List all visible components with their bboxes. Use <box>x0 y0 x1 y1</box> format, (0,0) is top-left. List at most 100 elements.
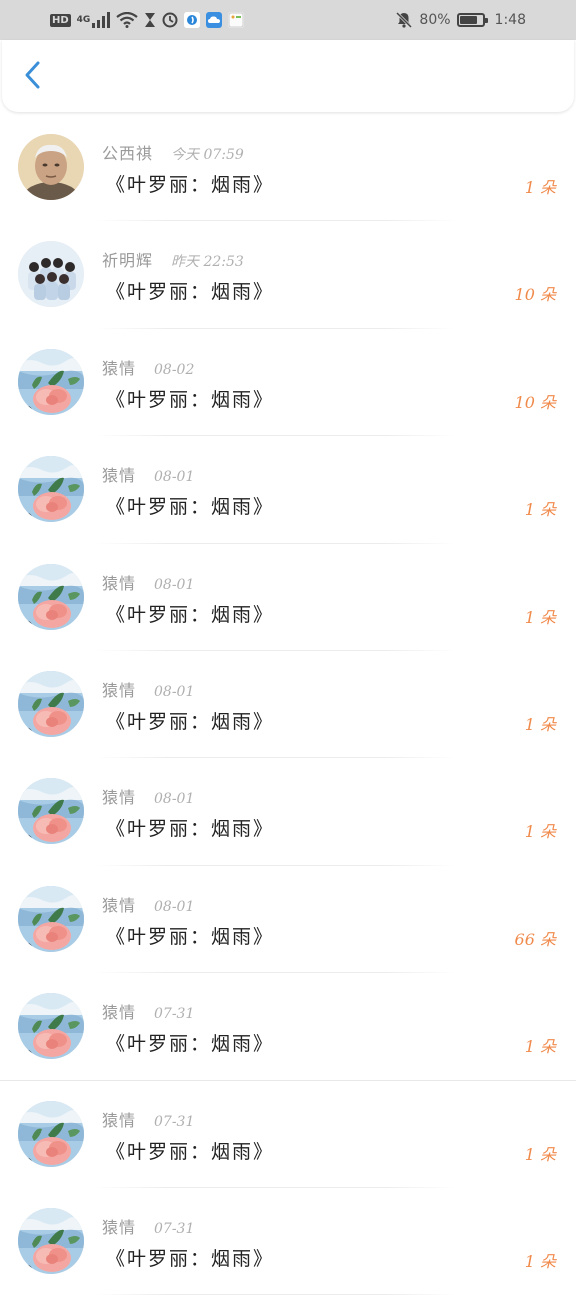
avatar[interactable] <box>18 885 84 952</box>
timestamp: 07-31 <box>154 1220 195 1237</box>
book-title: 《叶罗丽：烟雨》 <box>106 1140 275 1163</box>
chevron-left-icon <box>23 60 43 94</box>
timestamp: 今天 07:59 <box>171 147 244 163</box>
flower-avatar <box>18 670 84 737</box>
flower-avatar <box>18 1100 84 1167</box>
flower-count: 1 朵 <box>524 607 556 627</box>
user-name: 猿情 <box>102 1217 137 1237</box>
avatar[interactable] <box>18 456 84 523</box>
status-bar: HD 4G 80% 1:48 <box>0 0 576 40</box>
book-title: 《叶罗丽：烟雨》 <box>106 710 275 733</box>
list-item[interactable]: 猿情 08-01 《叶罗丽：烟雨》 1 朵 <box>0 651 576 759</box>
flower-avatar <box>18 778 84 845</box>
timestamp: 08-01 <box>154 683 195 700</box>
avatar[interactable] <box>18 1207 84 1274</box>
wifi-icon <box>116 12 139 28</box>
book-title: 《叶罗丽：烟雨》 <box>106 388 275 411</box>
battery-level <box>459 16 478 24</box>
flower-count: 1 朵 <box>524 1037 556 1057</box>
list-item[interactable]: 公西祺 今天 07:59 《叶罗丽：烟雨》 1 朵 <box>0 114 576 222</box>
timestamp: 07-31 <box>154 1113 195 1130</box>
item-meta: 猿情 08-01 <box>102 677 194 701</box>
user-name: 猿情 <box>102 680 137 700</box>
list-item[interactable]: 祈明辉 昨天 22:53 《叶罗丽：烟雨》 10 朵 <box>0 221 576 329</box>
user-name: 猿情 <box>102 573 137 593</box>
item-meta: 祈明辉 昨天 22:53 <box>102 247 244 271</box>
book-title: 《叶罗丽：烟雨》 <box>106 603 275 626</box>
cloud-icon <box>206 12 223 28</box>
avatar[interactable] <box>18 1100 84 1167</box>
timestamp: 08-01 <box>154 469 195 486</box>
flower-count: 1 朵 <box>524 178 556 197</box>
list-item[interactable]: 猿情 08-01 《叶罗丽：烟雨》 1 朵 <box>0 436 576 544</box>
list-item[interactable]: 猿情 07-31 《叶罗丽：烟雨》 1 朵 <box>0 1188 576 1295</box>
network-type-label: 4G <box>76 14 91 25</box>
flower-count: 1 朵 <box>524 500 556 520</box>
user-name: 猿情 <box>102 1110 137 1130</box>
item-meta: 猿情 07-31 <box>102 1214 194 1238</box>
item-meta: 公西祺 今天 07:59 <box>102 140 244 164</box>
timestamp: 08-01 <box>154 898 195 915</box>
back-button[interactable] <box>16 60 50 94</box>
flower-avatar <box>18 456 84 523</box>
timestamp: 08-01 <box>154 576 195 593</box>
user-name: 猿情 <box>102 1003 137 1023</box>
mute-bell-icon <box>395 11 413 29</box>
book-title: 《叶罗丽：烟雨》 <box>106 818 275 841</box>
signal-icon <box>92 12 111 28</box>
timestamp: 昨天 22:53 <box>171 254 244 271</box>
list-item[interactable]: 猿情 08-01 《叶罗丽：烟雨》 66 朵 <box>0 866 576 974</box>
clock-time: 1:48 <box>494 12 526 28</box>
photo-icon <box>228 12 245 28</box>
flower-avatar <box>18 1207 84 1274</box>
list-item[interactable]: 猿情 07-31 《叶罗丽：烟雨》 1 朵 <box>0 1081 576 1188</box>
book-title: 《叶罗丽：烟雨》 <box>106 1247 275 1270</box>
avatar[interactable] <box>18 778 84 845</box>
book-title: 《叶罗丽：烟雨》 <box>106 1033 275 1056</box>
timestamp: 08-02 <box>154 361 195 378</box>
flower-avatar <box>18 563 84 630</box>
flower-count: 1 朵 <box>524 822 556 842</box>
flower-count: 1 朵 <box>524 714 556 734</box>
book-title: 《叶罗丽：烟雨》 <box>106 174 275 196</box>
header-bar <box>2 40 574 112</box>
item-meta: 猿情 08-01 <box>102 784 194 808</box>
avatar[interactable] <box>18 563 84 630</box>
item-meta: 猿情 08-01 <box>102 462 194 486</box>
avatar[interactable] <box>18 993 84 1060</box>
flower-avatar <box>18 348 84 415</box>
flower-count: 10 朵 <box>514 392 556 412</box>
item-meta: 猿情 08-01 <box>102 892 194 916</box>
flower-avatar <box>18 885 84 952</box>
flower-count: 1 朵 <box>524 1251 556 1271</box>
timestamp: 07-31 <box>154 1006 195 1023</box>
status-bar-right: 80% 1:48 <box>395 0 526 40</box>
user-name: 猿情 <box>102 788 137 808</box>
flower-count: 10 朵 <box>514 285 556 305</box>
list-item[interactable]: 猿情 08-02 《叶罗丽：烟雨》 10 朵 <box>0 329 576 437</box>
item-meta: 猿情 08-01 <box>102 570 194 594</box>
book-title: 《叶罗丽：烟雨》 <box>106 281 275 304</box>
avatar[interactable] <box>18 241 84 308</box>
list-item[interactable]: 猿情 08-01 《叶罗丽：烟雨》 1 朵 <box>0 544 576 651</box>
list-item[interactable]: 猿情 08-01 《叶罗丽：烟雨》 1 朵 <box>0 758 576 866</box>
item-meta: 猿情 07-31 <box>102 1107 194 1131</box>
book-title: 《叶罗丽：烟雨》 <box>106 496 275 519</box>
app-notification-icon <box>184 12 201 28</box>
list-item[interactable]: 猿情 07-31 《叶罗丽：烟雨》 1 朵 <box>0 973 576 1081</box>
item-meta: 猿情 07-31 <box>102 999 194 1023</box>
group-photo-avatar <box>18 241 84 308</box>
flower-avatar <box>18 993 84 1060</box>
status-bar-left: HD 4G <box>50 0 245 40</box>
elderly-man-avatar <box>18 134 84 200</box>
user-name: 猿情 <box>102 895 137 915</box>
battery-percent: 80% <box>419 12 451 28</box>
timestamp: 08-01 <box>154 791 195 808</box>
avatar[interactable] <box>18 134 84 200</box>
flower-count: 1 朵 <box>524 1144 556 1164</box>
battery-icon <box>456 13 488 27</box>
user-name: 猿情 <box>102 466 137 486</box>
avatar[interactable] <box>18 670 84 737</box>
avatar[interactable] <box>18 348 84 415</box>
hd-badge: HD <box>50 13 71 27</box>
